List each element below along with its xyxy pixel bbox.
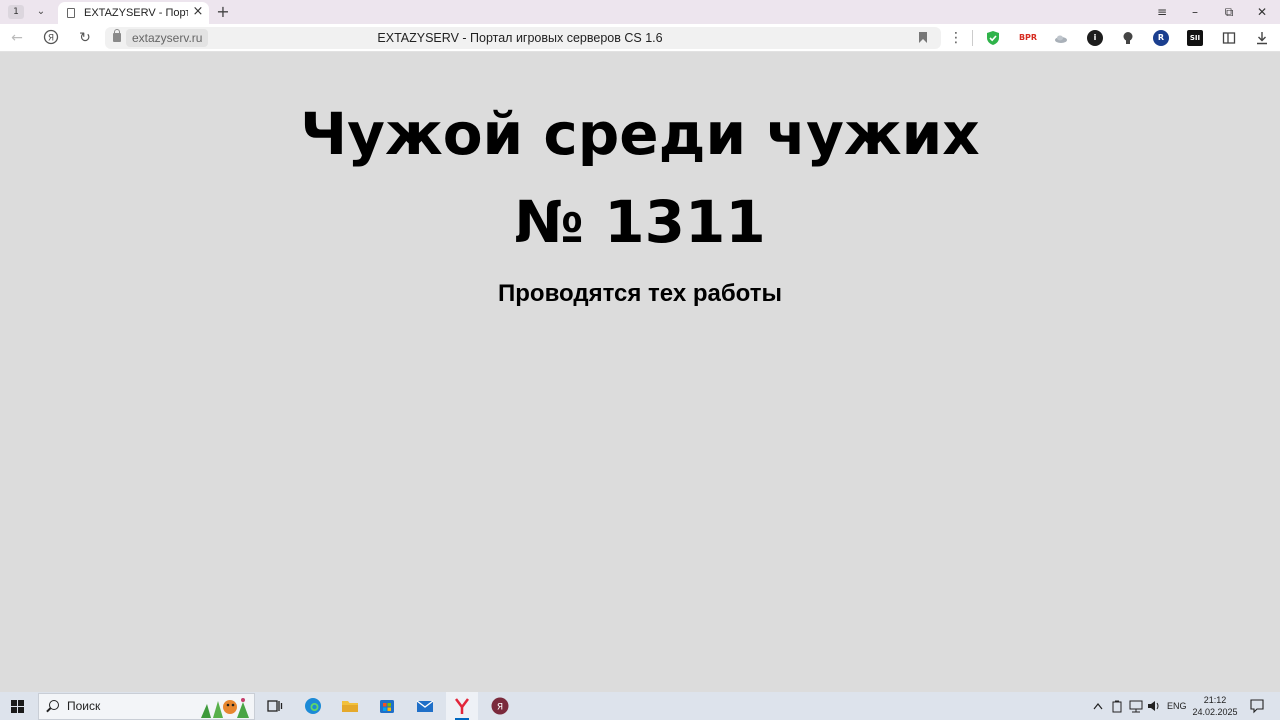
language-indicator[interactable]: ENG <box>1167 692 1187 720</box>
page-content: Чужой среди чужих № 1311 Проводятся тех … <box>0 52 1280 692</box>
taskbar: Поиск Я ENG 21:12 24.02.2025 <box>0 692 1280 720</box>
tab-counter-button[interactable]: 1 <box>8 5 24 19</box>
address-page-title[interactable]: EXTAZYSERV - Портал игровых серверов CS … <box>285 27 755 49</box>
shield-check-icon[interactable] <box>985 30 1001 46</box>
browser-tab-active[interactable]: EXTAZYSERV - Портал × <box>58 2 209 24</box>
lightbulb-icon[interactable] <box>1120 30 1136 46</box>
lock-icon[interactable] <box>113 29 121 42</box>
sii-extension-icon[interactable]: SII <box>1187 30 1203 46</box>
file-explorer-icon[interactable] <box>341 697 359 715</box>
heading-line-number: № 1311 <box>514 188 766 256</box>
tab-title: EXTAZYSERV - Портал <box>84 7 188 19</box>
menu-icon[interactable]: ≡ <box>1152 3 1172 21</box>
chevron-down-icon[interactable]: ⌄ <box>33 4 49 20</box>
svg-text:Я: Я <box>48 34 54 44</box>
maintenance-message: Проводятся тех работы <box>498 280 782 307</box>
browser-toolbar: ← Я ↻ extazyserv.ru EXTAZYSERV - Портал … <box>0 24 1280 52</box>
restore-button[interactable]: ⧉ <box>1219 3 1239 21</box>
page-heading: Чужой среди чужих № 1311 <box>0 90 1280 266</box>
reload-button[interactable]: ↻ <box>76 29 94 47</box>
cloud-icon[interactable] <box>1053 30 1069 46</box>
notifications-icon[interactable] <box>1249 692 1265 720</box>
clock-date: 24.02.2025 <box>1192 707 1238 717</box>
taskbar-yandex-browser-active[interactable] <box>446 692 478 720</box>
close-tab-icon[interactable]: × <box>191 5 205 19</box>
battery-icon[interactable] <box>1111 692 1123 720</box>
edge-browser-icon[interactable] <box>304 697 322 715</box>
clock-time: 21:12 <box>1203 695 1227 705</box>
svg-text:Я: Я <box>497 703 503 713</box>
volume-icon[interactable] <box>1146 692 1162 720</box>
r-extension-icon[interactable]: R <box>1153 30 1169 46</box>
address-bar[interactable]: extazyserv.ru EXTAZYSERV - Портал игровы… <box>105 27 941 49</box>
windows-start-icon[interactable] <box>11 700 24 713</box>
search-placeholder: Поиск <box>67 699 101 713</box>
tab-strip: 1 ⌄ EXTAZYSERV - Портал × + ≡ – ⧉ ✕ <box>0 0 1280 24</box>
minimize-button[interactable]: – <box>1185 3 1205 21</box>
collections-icon[interactable] <box>1221 30 1237 46</box>
address-domain[interactable]: extazyserv.ru <box>126 29 209 47</box>
info-icon[interactable]: i <box>1087 30 1103 46</box>
new-tab-button[interactable]: + <box>215 4 231 20</box>
microsoft-store-icon[interactable] <box>378 697 396 715</box>
heading-line-title: Чужой среди чужих <box>300 100 980 168</box>
taskbar-search-box[interactable]: Поиск <box>38 693 255 720</box>
bpr-extension-icon[interactable]: BPR <box>1017 30 1039 46</box>
network-icon[interactable] <box>1128 692 1144 720</box>
taskbar-clock[interactable]: 21:12 24.02.2025 <box>1190 694 1240 718</box>
search-highlight-art-icon <box>201 698 249 718</box>
alice-assistant-icon[interactable]: Я <box>491 697 509 715</box>
yandex-browser-icon <box>453 697 471 715</box>
back-button[interactable]: ← <box>8 29 26 47</box>
show-hidden-icons-chevron-icon[interactable] <box>1092 692 1104 720</box>
toolbar-divider <box>972 30 973 46</box>
search-icon <box>49 700 59 710</box>
close-window-button[interactable]: ✕ <box>1252 3 1272 21</box>
task-view-icon[interactable] <box>266 697 284 715</box>
download-icon[interactable] <box>1254 30 1270 46</box>
mail-icon[interactable] <box>416 697 434 715</box>
page-favicon-icon <box>67 8 75 18</box>
bookmark-icon[interactable] <box>919 32 927 43</box>
more-vertical-icon[interactable]: ⋮ <box>947 29 965 47</box>
yandex-home-icon[interactable]: Я <box>42 29 60 47</box>
